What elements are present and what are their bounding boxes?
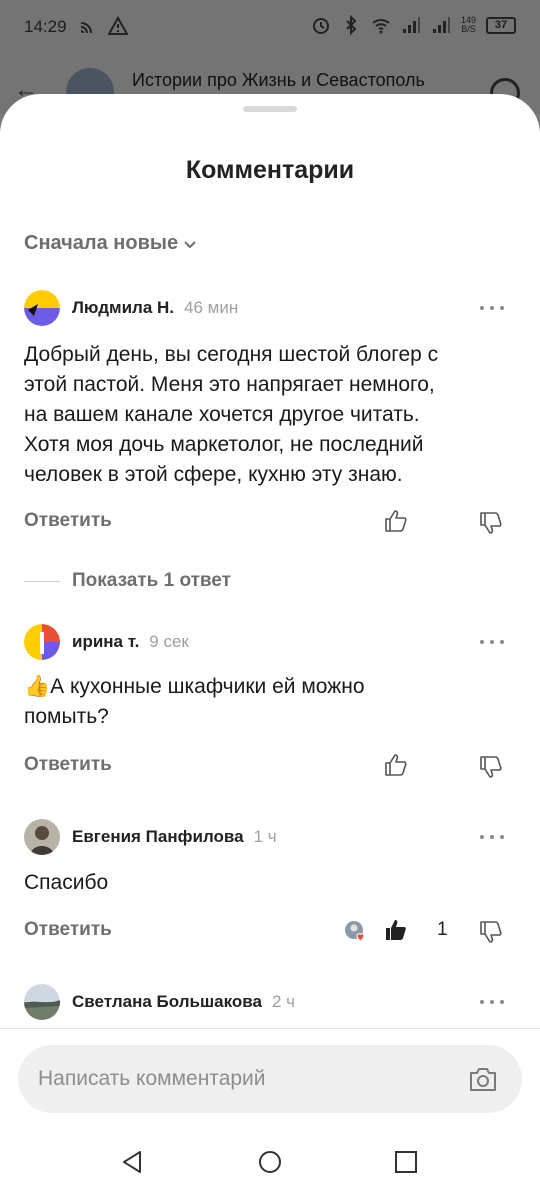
more-options-icon[interactable] <box>480 992 504 1012</box>
comment-input[interactable]: Написать комментарий <box>18 1045 522 1113</box>
thumbs-down-icon[interactable] <box>478 510 504 536</box>
thumbs-down-icon[interactable] <box>478 754 504 780</box>
camera-icon[interactable] <box>468 1065 498 1093</box>
like-count: 1 <box>437 919 448 940</box>
comment-header: ирина т. 9 сек <box>24 624 189 660</box>
reply-button[interactable]: Ответить <box>24 510 112 532</box>
sort-dropdown[interactable]: Сначала новые <box>24 232 198 255</box>
avatar[interactable] <box>24 984 60 1020</box>
sort-label: Сначала новые <box>24 232 179 254</box>
comment-time: 1 ч <box>253 827 277 846</box>
comments-sheet: Комментарии Сначала новые Людмила Н. 46 … <box>0 94 540 1200</box>
channel-title: Истории про Жизнь и Севастополь <box>132 70 425 90</box>
comment-time: 2 ч <box>271 992 295 1011</box>
comment-time: 9 сек <box>149 632 189 651</box>
comment-author[interactable]: ирина т. <box>72 632 139 652</box>
comment-text-line: помыть? <box>24 705 109 728</box>
thumbs-up-icon[interactable] <box>383 752 409 778</box>
show-replies-label: Показать 1 ответ <box>72 570 231 591</box>
more-options-icon[interactable] <box>480 827 504 847</box>
comment-text-line: Спасибо <box>24 871 109 894</box>
comment-text: Спасибо <box>24 868 524 898</box>
comment-time: 46 мин <box>184 298 239 317</box>
reply-button[interactable]: Ответить <box>24 754 112 776</box>
comment-header: Людмила Н. 46 мин <box>24 290 238 326</box>
network-speed: 149 B/S <box>461 16 476 34</box>
speed-unit: B/S <box>461 24 476 34</box>
comment-author[interactable]: Людмила Н. <box>72 298 174 318</box>
sheet-grabber[interactable] <box>243 106 297 112</box>
status-time: 14:29 <box>24 17 67 36</box>
comment-header: Светлана Большакова 2 ч <box>24 984 295 1020</box>
comment-text: 👍А кухонные шкафчики ей можно помыть? <box>24 672 524 732</box>
reply-button[interactable]: Ответить <box>24 919 112 941</box>
status-bar: 14:29 149 B/S 37 <box>0 0 540 54</box>
warning-icon <box>108 16 128 35</box>
recents-square-icon[interactable] <box>392 1148 420 1176</box>
comment-text-line: Хотя моя дочь маркетолог, не последний <box>24 433 424 456</box>
comment-header: Евгения Панфилова 1 ч <box>24 819 277 855</box>
wifi-icon <box>372 19 390 34</box>
signal-icon <box>432 17 450 33</box>
comment-text-line: Добрый день, вы сегодня шестой блогер с <box>24 343 439 366</box>
thumbs-down-icon[interactable] <box>478 919 504 945</box>
divider <box>24 580 60 582</box>
chevron-down-icon <box>184 240 196 248</box>
back-triangle-icon[interactable] <box>118 1148 146 1176</box>
comment-text-line: человек в этой сфере, кухню эту знаю. <box>24 463 403 486</box>
comment-composer: Написать комментарий <box>0 1028 540 1200</box>
show-replies-button[interactable]: Показать 1 ответ <box>24 570 231 592</box>
comment-input-placeholder: Написать комментарий <box>38 1067 266 1090</box>
comment-author[interactable]: Светлана Большакова <box>72 992 262 1012</box>
thumbs-up-icon[interactable] <box>383 508 409 534</box>
comment-text-line: этой пастой. Меня это напрягает немного, <box>24 373 435 396</box>
thumbs-up-filled-icon[interactable] <box>383 917 409 943</box>
cast-icon <box>80 22 92 34</box>
avatar[interactable] <box>24 624 60 660</box>
avatar[interactable] <box>24 290 60 326</box>
alarm-icon <box>312 18 329 34</box>
system-navigation-bar <box>0 1128 540 1200</box>
avatar[interactable] <box>24 819 60 855</box>
more-options-icon[interactable] <box>480 298 504 318</box>
signal-icon <box>402 17 420 33</box>
comment-author[interactable]: Евгения Панфилова <box>72 827 244 847</box>
comment-text-line: на вашем канале хочется другое читать. <box>24 403 420 426</box>
reactor-avatar-heart-icon <box>345 921 365 942</box>
battery-indicator: 37 <box>486 16 516 34</box>
home-circle-icon[interactable] <box>256 1148 284 1176</box>
bluetooth-icon <box>346 15 357 35</box>
comment-text: Добрый день, вы сегодня шестой блогер с … <box>24 340 524 490</box>
more-options-icon[interactable] <box>480 632 504 652</box>
comment-text-line: 👍А кухонные шкафчики ей можно <box>24 675 365 698</box>
sheet-title: Комментарии <box>185 156 355 184</box>
